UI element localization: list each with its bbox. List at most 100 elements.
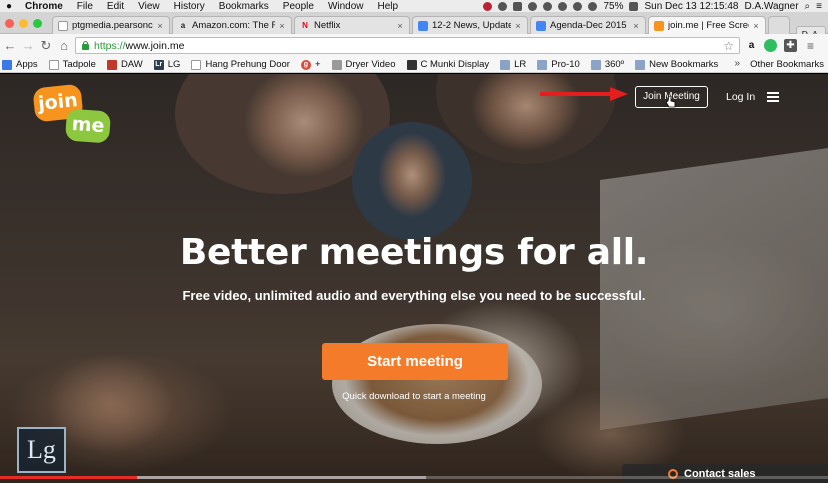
zoom-window-icon[interactable] (33, 19, 42, 28)
bookmark-folder-lr[interactable]: LR (500, 59, 526, 70)
other-bookmarks[interactable]: Other Bookmarks (750, 59, 824, 70)
minimize-window-icon[interactable] (19, 19, 28, 28)
bookmark-hang-prehung-door[interactable]: Hang Prehung Door (191, 59, 290, 70)
tab-label: Netflix (314, 20, 341, 31)
bookmarks-overflow-icon[interactable]: » (734, 58, 740, 69)
red-arrow-annotation (540, 87, 628, 101)
folder-icon (590, 59, 601, 70)
joinme-logo[interactable]: join me (32, 83, 112, 144)
menu-people[interactable]: People (276, 1, 321, 12)
hero-scrim (0, 74, 828, 483)
spotlight-icon[interactable]: ⌕ (805, 1, 811, 12)
menu-bookmarks[interactable]: Bookmarks (212, 1, 276, 12)
window-controls (5, 19, 42, 28)
bookmark-daw[interactable]: DAW (106, 59, 143, 70)
notification-center-icon[interactable]: ≡ (816, 1, 822, 12)
bookmark-star-icon[interactable]: ☆ (723, 39, 734, 53)
status-app2-icon[interactable] (513, 1, 523, 11)
macos-menubar: ● Chrome File Edit View History Bookmark… (0, 0, 828, 12)
close-tab-icon[interactable]: × (156, 21, 164, 31)
hamburger-menu-icon[interactable] (767, 92, 779, 102)
close-tab-icon[interactable]: × (514, 21, 522, 31)
video-progress-bar[interactable] (0, 476, 828, 479)
page-icon (191, 59, 202, 70)
address-bar[interactable]: https:// www.join.me ☆ (75, 37, 740, 54)
lg-icon: Lr (153, 59, 164, 70)
menu-view[interactable]: View (131, 1, 167, 12)
bookmark-dryer-video[interactable]: Dryer Video (331, 59, 396, 70)
status-wifi-icon[interactable] (573, 1, 583, 11)
quick-download-link[interactable]: Quick download to start a meeting (0, 391, 828, 402)
daw-icon (106, 59, 117, 70)
battery-percent[interactable]: 75% (603, 1, 623, 12)
status-bluetooth-icon[interactable] (558, 1, 568, 11)
hand-cursor-icon (666, 96, 676, 108)
menubar-user[interactable]: D.A.Wagner (744, 1, 798, 12)
tab-agenda[interactable]: Agenda-Dec 2015 - Goo × (530, 16, 646, 34)
tab-amazon[interactable]: a Amazon.com: The Return × (172, 16, 292, 34)
new-tab-button[interactable] (768, 16, 790, 34)
menu-edit[interactable]: Edit (100, 1, 131, 12)
tab-label: join.me | Free Screen Sh (668, 20, 749, 31)
bookmark-munki-display[interactable]: C Munki Display (406, 59, 489, 70)
bookmark-folder-new-bookmarks[interactable]: New Bookmarks (635, 59, 718, 70)
amazon-extension-icon[interactable]: a (745, 39, 758, 52)
google-plus-icon: g (300, 59, 311, 70)
folder-icon (500, 59, 511, 70)
bookmark-folder-pro10[interactable]: Pro-10 (537, 59, 580, 70)
menu-history[interactable]: History (167, 1, 212, 12)
login-link[interactable]: Log In (726, 91, 755, 103)
close-tab-icon[interactable]: × (278, 21, 286, 31)
status-evernote-icon[interactable] (528, 1, 538, 11)
tab-ptgmedia[interactable]: ptgmedia.pearsoncmg.c × (52, 16, 170, 34)
menu-app-chrome[interactable]: Chrome (18, 1, 70, 12)
bookmark-folder-360[interactable]: 360º (590, 59, 624, 70)
home-icon[interactable]: ⌂ (56, 38, 72, 53)
status-app-icon[interactable] (483, 1, 493, 11)
bookmark-google-plus[interactable]: g + (300, 59, 321, 70)
menu-help[interactable]: Help (371, 1, 406, 12)
tab-news-updates[interactable]: 12-2 News, Updates, Lin × (412, 16, 528, 34)
menubar-clock[interactable]: Sun Dec 13 12:15:48 (644, 1, 738, 12)
url-host: www.join.me (125, 39, 185, 52)
start-meeting-button[interactable]: Start meeting (322, 343, 508, 380)
page-icon (48, 59, 59, 70)
amazon-icon: a (180, 21, 186, 30)
apple-menu-icon[interactable]: ● (0, 1, 18, 12)
close-tab-icon[interactable]: × (396, 21, 404, 31)
forward-icon[interactable]: → (20, 38, 36, 53)
evernote-extension-icon[interactable] (764, 39, 777, 52)
hero-subhead: Free video, unlimited audio and everythi… (182, 288, 646, 303)
docs-icon (418, 20, 428, 31)
menu-window[interactable]: Window (321, 1, 371, 12)
joinme-icon (654, 20, 664, 31)
folder-icon (635, 59, 646, 70)
menu-file[interactable]: File (70, 1, 100, 12)
tab-label: 12-2 News, Updates, Lin (432, 20, 511, 31)
apps-icon (2, 59, 12, 70)
status-timemachine-icon[interactable] (543, 1, 553, 11)
tab-label: Agenda-Dec 2015 - Goo (550, 20, 629, 31)
close-tab-icon[interactable]: × (632, 21, 640, 31)
back-icon[interactable]: ← (2, 38, 18, 53)
menubar-status-area: 75% Sun Dec 13 12:15:48 D.A.Wagner ⌕ ≡ (483, 1, 828, 12)
close-window-icon[interactable] (5, 19, 14, 28)
reload-icon[interactable]: ↻ (38, 38, 54, 54)
hero-headline: Better meetings for all. (179, 232, 649, 273)
video-icon (331, 59, 342, 70)
status-volume-icon[interactable] (588, 1, 598, 11)
close-tab-icon[interactable]: × (752, 21, 760, 31)
tab-netflix[interactable]: N Netflix × (294, 16, 410, 34)
bookmark-lg[interactable]: Lr LG (153, 59, 180, 70)
bookmark-tadpole[interactable]: Tadpole (48, 59, 96, 70)
status-drive-icon[interactable] (498, 1, 508, 11)
extension-icon[interactable]: ✚ (784, 39, 797, 52)
tab-joinme[interactable]: join.me | Free Screen Sh × (648, 16, 766, 34)
bookmark-apps[interactable]: Apps (2, 59, 38, 70)
chrome-menu-icon[interactable]: ≡ (804, 39, 817, 53)
battery-icon[interactable] (629, 1, 639, 11)
logo-me-bubble: me (64, 108, 112, 144)
contact-sales-button[interactable]: Contact sales (622, 464, 828, 483)
url-scheme: https:// (94, 39, 126, 52)
docs-icon (536, 20, 546, 31)
